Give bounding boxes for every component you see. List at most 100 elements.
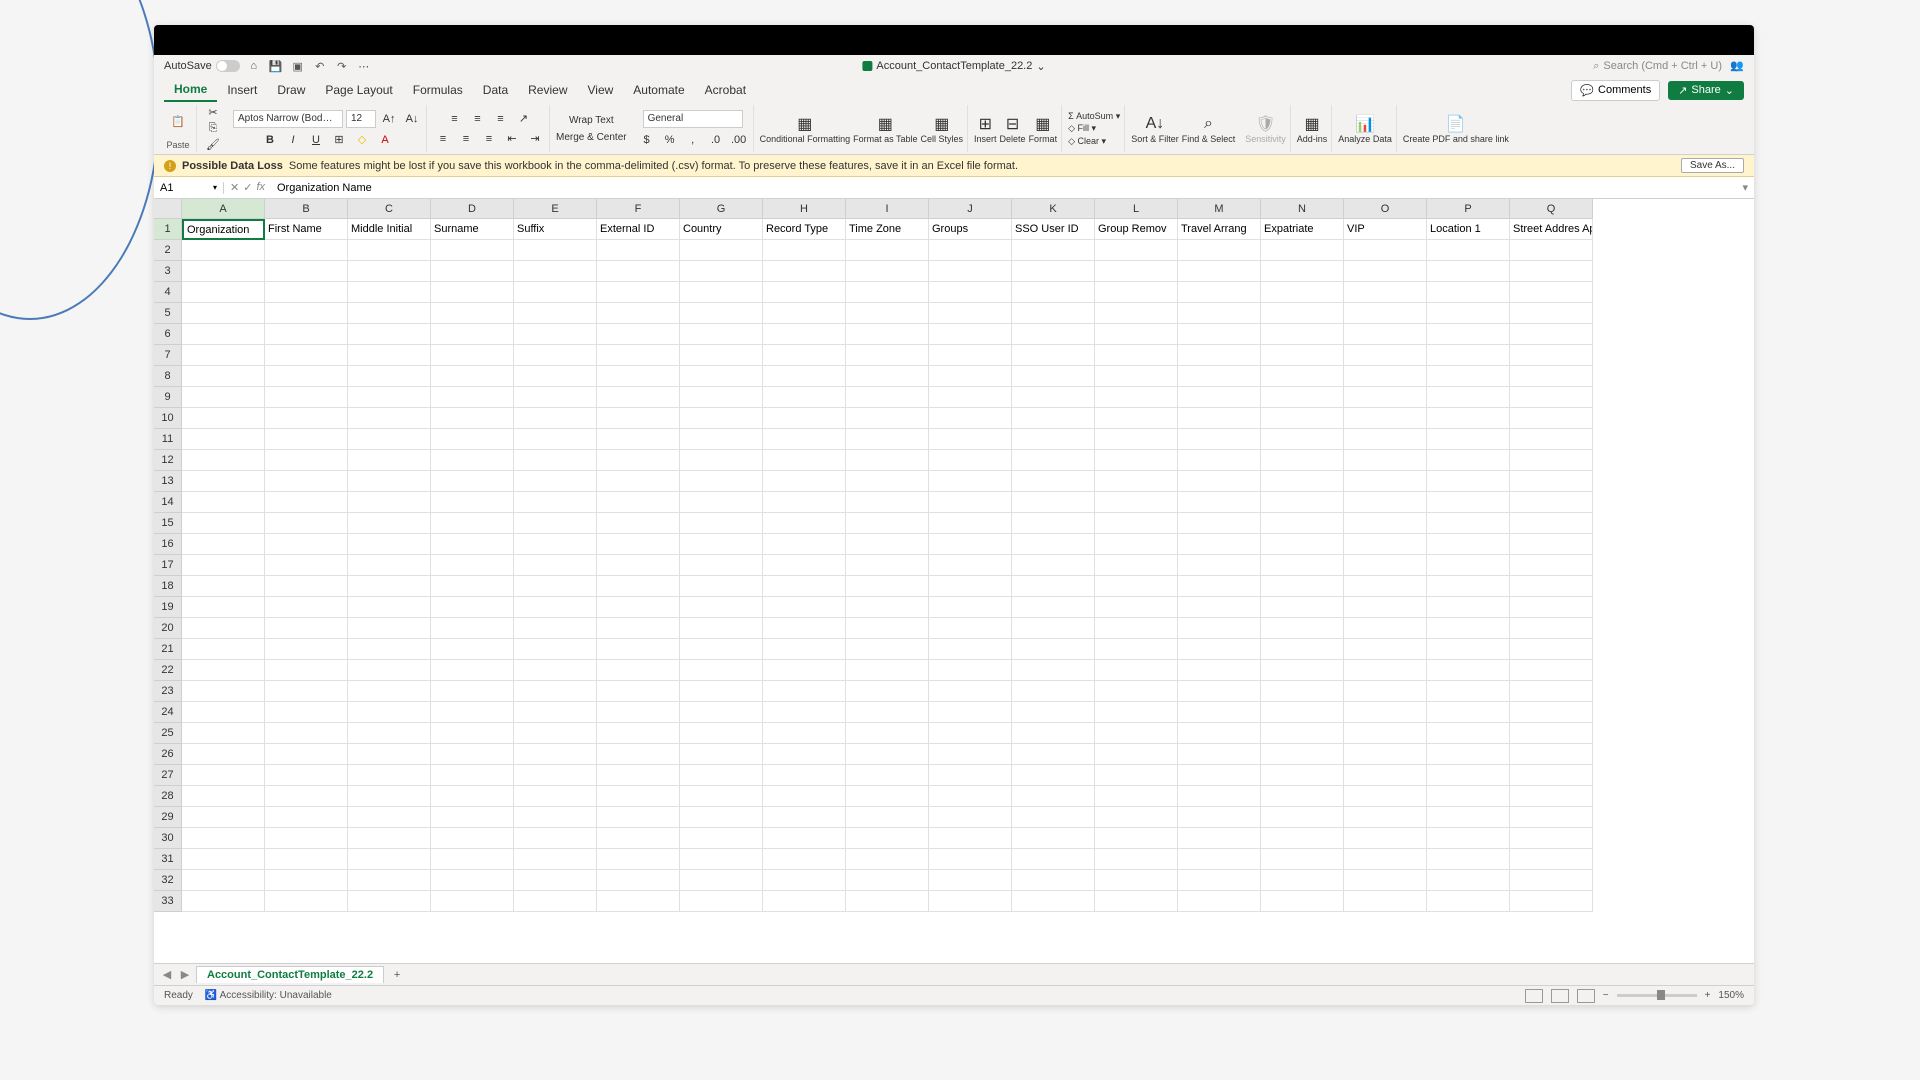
cell[interactable] [514,702,597,723]
cell[interactable] [1261,303,1344,324]
cell[interactable] [1261,870,1344,891]
cell[interactable] [597,807,680,828]
cell[interactable] [929,282,1012,303]
cell[interactable] [1427,240,1510,261]
cell[interactable] [597,744,680,765]
cell[interactable] [182,828,265,849]
cell[interactable] [1178,366,1261,387]
cell[interactable] [1261,513,1344,534]
cell[interactable] [1427,471,1510,492]
cell[interactable] [1427,555,1510,576]
chevron-down-icon[interactable]: ⌄ [1036,60,1045,73]
column-header[interactable]: J [929,199,1012,219]
cell[interactable] [182,534,265,555]
cell[interactable] [1510,408,1593,429]
cell[interactable] [846,282,929,303]
cell[interactable] [597,492,680,513]
cell[interactable] [1095,429,1178,450]
cell[interactable] [597,681,680,702]
cell[interactable] [1427,870,1510,891]
cell-styles-button[interactable]: ▦Cell Styles [921,113,964,145]
cell[interactable] [265,429,348,450]
cell[interactable] [431,408,514,429]
cell[interactable] [431,534,514,555]
cell[interactable] [265,534,348,555]
cell[interactable] [846,618,929,639]
cell[interactable] [348,849,431,870]
tab-page-layout[interactable]: Page Layout [315,79,402,101]
cell[interactable] [348,702,431,723]
cell[interactable]: Organization [182,219,265,240]
cell[interactable] [514,597,597,618]
cell[interactable] [1178,870,1261,891]
cell[interactable] [1427,639,1510,660]
cell[interactable] [1178,807,1261,828]
cell[interactable] [846,597,929,618]
cell[interactable] [1510,450,1593,471]
format-as-table-button[interactable]: ▦Format as Table [853,113,917,145]
cell[interactable] [1012,471,1095,492]
cell[interactable] [1261,345,1344,366]
cell[interactable] [514,807,597,828]
decrease-indent-icon[interactable]: ⇤ [502,131,522,147]
cell[interactable] [1427,429,1510,450]
cell[interactable] [1344,660,1427,681]
cell[interactable] [348,492,431,513]
column-header[interactable]: L [1095,199,1178,219]
cell[interactable] [182,513,265,534]
cell[interactable] [929,660,1012,681]
column-header[interactable]: P [1427,199,1510,219]
cell[interactable] [1012,387,1095,408]
cell[interactable] [680,282,763,303]
orientation-icon[interactable]: ↗ [514,111,534,127]
cell[interactable] [1344,849,1427,870]
cell[interactable] [348,660,431,681]
cell[interactable] [265,471,348,492]
cell[interactable] [1012,429,1095,450]
cell[interactable] [680,240,763,261]
column-header[interactable]: F [597,199,680,219]
cell[interactable] [1344,513,1427,534]
cell[interactable] [348,744,431,765]
cell[interactable] [1510,597,1593,618]
cell[interactable] [265,786,348,807]
cell[interactable] [514,849,597,870]
cell[interactable] [431,261,514,282]
cell[interactable] [1344,492,1427,513]
cell[interactable] [597,891,680,912]
column-header[interactable]: E [514,199,597,219]
cell[interactable] [763,282,846,303]
cell[interactable] [680,597,763,618]
cell[interactable] [1427,723,1510,744]
cell[interactable] [1510,639,1593,660]
cell[interactable] [597,240,680,261]
cell[interactable] [182,261,265,282]
cell[interactable] [1012,870,1095,891]
format-cells-button[interactable]: ▦Format [1029,113,1058,145]
cell[interactable] [348,261,431,282]
cell[interactable] [431,744,514,765]
cell[interactable] [265,513,348,534]
delete-cells-button[interactable]: ⊟Delete [1000,113,1026,145]
align-bottom-icon[interactable]: ≡ [491,111,511,127]
tab-formulas[interactable]: Formulas [403,79,473,101]
cell[interactable] [1510,345,1593,366]
redo-icon[interactable]: ↷ [334,58,350,74]
cell[interactable] [1012,786,1095,807]
cell[interactable] [846,555,929,576]
cell[interactable] [1012,660,1095,681]
cell[interactable] [1178,597,1261,618]
cell[interactable] [1344,702,1427,723]
cell[interactable] [265,240,348,261]
cell[interactable] [1510,723,1593,744]
share-button[interactable]: ↗ Share ⌄ [1668,81,1744,100]
cell[interactable] [1427,660,1510,681]
cell[interactable] [1095,450,1178,471]
cell[interactable] [1510,660,1593,681]
cell[interactable] [431,345,514,366]
zoom-out-button[interactable]: − [1603,990,1609,1001]
column-header[interactable]: Q [1510,199,1593,219]
sheet-nav-next[interactable]: ▶ [178,968,192,981]
currency-icon[interactable]: $ [637,132,657,148]
cell[interactable] [597,450,680,471]
